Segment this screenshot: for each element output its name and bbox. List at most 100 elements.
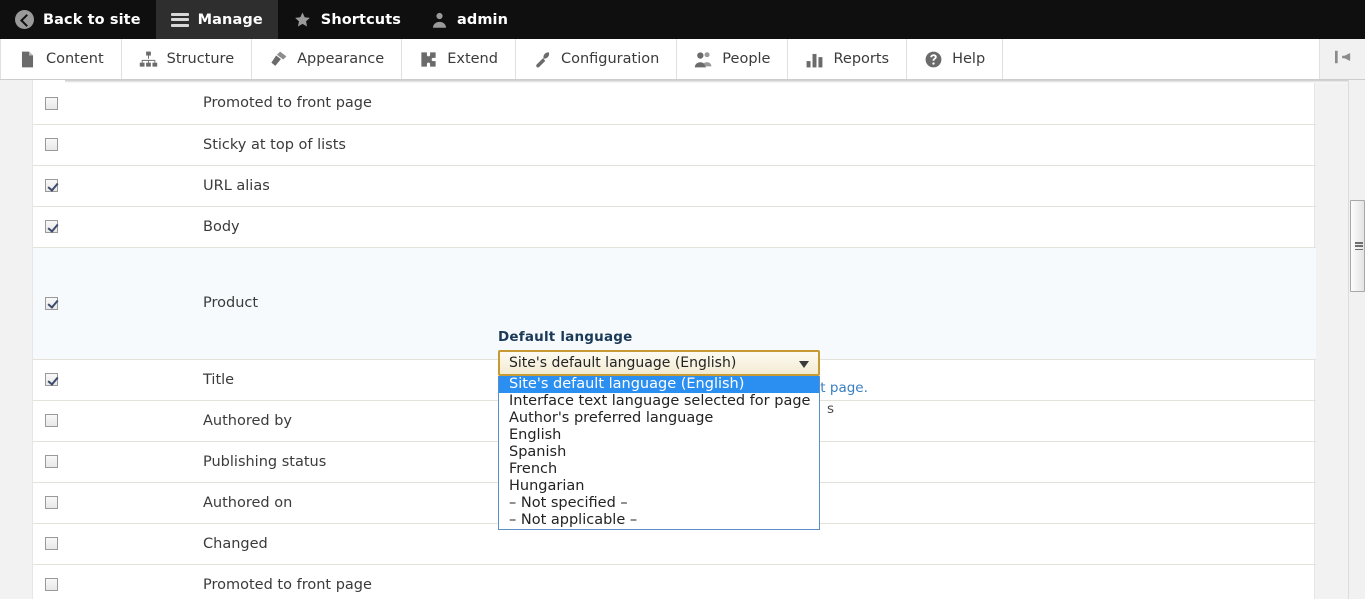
menu-item-label: Help — [952, 51, 986, 67]
row-checkbox-cell — [33, 165, 203, 207]
language-option[interactable]: Site's default language (English) — [499, 376, 819, 393]
content-pane: Promoted to front page Sticky at top of … — [32, 80, 1348, 599]
toolbar-item-label: Back to site — [43, 11, 141, 28]
hamburger-icon — [170, 12, 189, 27]
paintbrush-icon — [269, 50, 288, 69]
menu-item-label: Structure — [166, 51, 235, 67]
row-checkbox[interactable] — [45, 496, 58, 509]
scrollbar-thumb[interactable] — [1350, 200, 1365, 292]
row-detail-cell — [463, 165, 1316, 207]
row-detail-cell — [463, 124, 1316, 166]
row-checkbox[interactable] — [45, 455, 58, 468]
row-label-cell: Body — [203, 206, 463, 248]
row-label-cell: Promoted to front page — [203, 83, 463, 125]
row-checkbox-cell — [33, 482, 203, 524]
table-row[interactable]: URL alias — [33, 165, 1316, 207]
row-checkbox-cell — [33, 83, 203, 125]
row-label-cell: Promoted to front page — [203, 564, 463, 599]
page-body: Promoted to front page Sticky at top of … — [0, 80, 1365, 599]
people-icon — [694, 50, 713, 69]
row-label-cell: Publishing status — [203, 441, 463, 483]
menu-item-extend[interactable]: Extend — [402, 39, 516, 79]
back-circle-icon — [15, 10, 34, 29]
row-label-cell: Title — [203, 359, 463, 401]
row-checkbox[interactable] — [45, 578, 58, 591]
default-language-option-list[interactable]: Site's default language (English) Interf… — [498, 376, 820, 530]
wrench-icon — [533, 50, 552, 69]
document-icon — [18, 50, 37, 69]
table-row[interactable]: Sticky at top of lists — [33, 124, 1316, 166]
row-label-cell: URL alias — [203, 165, 463, 207]
menu-item-label: Configuration — [560, 51, 660, 67]
chevron-down-icon — [799, 361, 809, 368]
menu-item-configuration[interactable]: Configuration — [515, 39, 678, 79]
toolbar-item-back-to-site[interactable]: Back to site — [0, 0, 156, 39]
default-language-widget: Default language Site's default language… — [498, 329, 820, 530]
row-checkbox-cell — [33, 400, 203, 442]
menu-item-reports[interactable]: Reports — [788, 39, 908, 79]
collapse-toolbar-icon — [1332, 49, 1354, 69]
menu-item-label: Content — [46, 51, 104, 67]
language-option[interactable]: English — [499, 427, 819, 444]
default-language-selected-value: Site's default language (English) — [509, 355, 737, 371]
question-circle-icon — [924, 50, 943, 69]
scrollbar-grip-icon — [1354, 242, 1363, 250]
toolbar-item-admin-account[interactable]: admin — [416, 0, 523, 39]
row-checkbox-cell — [33, 206, 203, 248]
menu-item-label: Extend — [447, 51, 498, 67]
table-row[interactable]: Promoted to front page — [33, 83, 1316, 125]
row-detail-cell — [463, 564, 1316, 599]
puzzle-icon — [419, 50, 438, 69]
row-label-cell: Product — [203, 247, 463, 360]
language-option[interactable]: – Not applicable – — [499, 512, 819, 529]
admin-menu-bar: Content Structure Appearance Extend Conf… — [0, 39, 1365, 80]
menu-item-people[interactable]: People — [677, 39, 789, 79]
vertical-scrollbar[interactable] — [1348, 80, 1365, 599]
menu-item-help[interactable]: Help — [907, 39, 1004, 79]
row-checkbox[interactable] — [45, 414, 58, 427]
menu-item-label: People — [722, 51, 771, 67]
language-option[interactable]: – Not specified – — [499, 495, 819, 512]
row-checkbox[interactable] — [45, 296, 58, 310]
row-checkbox-cell — [33, 441, 203, 483]
row-checkbox-cell — [33, 523, 203, 565]
collapse-toolbar-button[interactable] — [1319, 39, 1365, 79]
language-option[interactable]: French — [499, 461, 819, 478]
default-language-select[interactable]: Site's default language (English) — [498, 350, 820, 376]
row-checkbox[interactable] — [45, 96, 58, 110]
language-option[interactable]: Hungarian — [499, 478, 819, 495]
language-option[interactable]: Interface text language selected for pag… — [499, 393, 819, 410]
menu-item-appearance[interactable]: Appearance — [252, 39, 403, 79]
row-label-cell: Changed — [203, 523, 463, 565]
toolbar-item-label: Shortcuts — [320, 11, 401, 28]
row-checkbox[interactable] — [45, 373, 58, 386]
row-label-cell: Authored on — [203, 482, 463, 524]
table-row[interactable]: Body — [33, 206, 1316, 248]
person-icon — [431, 11, 448, 29]
row-checkbox-cell — [33, 359, 203, 401]
toolbar-item-label: admin — [456, 11, 509, 28]
menu-bar-spacer — [1003, 39, 1319, 79]
row-checkbox-cell — [33, 124, 203, 166]
toolbar-item-shortcuts[interactable]: Shortcuts — [278, 0, 416, 39]
row-checkbox[interactable] — [45, 138, 58, 151]
row-detail-cell — [463, 206, 1316, 248]
row-detail-cell — [463, 83, 1316, 125]
row-checkbox[interactable] — [45, 220, 58, 233]
admin-toolbar: Back to site Manage Shortcuts admin — [0, 0, 1365, 39]
row-checkbox-cell — [33, 564, 203, 599]
language-option[interactable]: Author's preferred language — [499, 410, 819, 427]
menu-item-label: Reports — [833, 51, 890, 67]
toolbar-item-label: Manage — [197, 11, 263, 28]
language-option[interactable]: Spanish — [499, 444, 819, 461]
row-checkbox[interactable] — [45, 179, 58, 192]
menu-item-label: Appearance — [297, 51, 385, 67]
table-row[interactable]: Promoted to front page — [33, 564, 1316, 599]
star-icon — [293, 11, 312, 29]
row-checkbox-cell — [33, 247, 203, 360]
menu-item-content[interactable]: Content — [0, 39, 122, 79]
toolbar-item-manage[interactable]: Manage — [155, 0, 278, 39]
menu-item-structure[interactable]: Structure — [121, 39, 253, 79]
sitemap-icon — [139, 50, 158, 69]
row-checkbox[interactable] — [45, 537, 58, 550]
